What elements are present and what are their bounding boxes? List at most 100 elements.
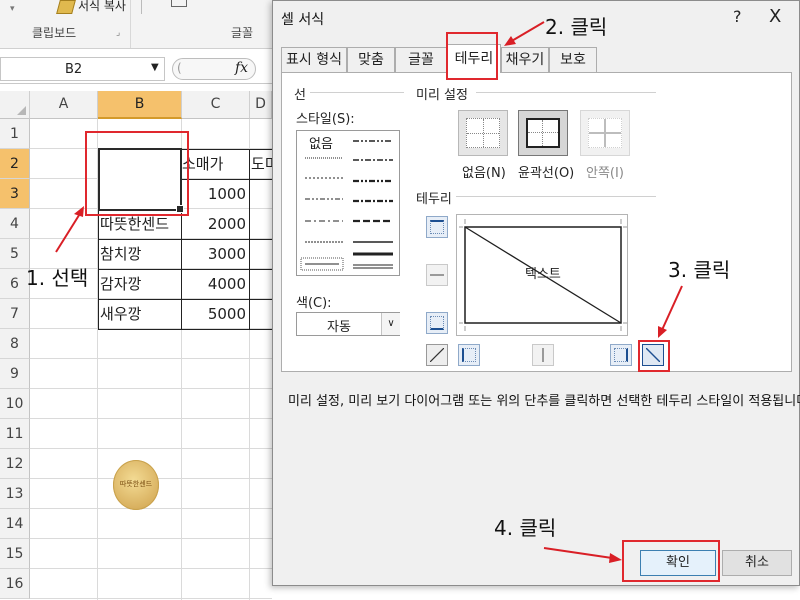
chevron-down-icon[interactable]: ▾ [10, 4, 15, 14]
row-header-13[interactable]: 13 [0, 479, 30, 509]
tab-font[interactable]: 글꼴 [395, 47, 447, 72]
row-header-14[interactable]: 14 [0, 509, 30, 539]
cell-c3[interactable]: 1000 [182, 179, 250, 209]
border-section-title: 테두리 [416, 192, 452, 207]
row-header-3[interactable]: 3 [0, 179, 30, 209]
close-button[interactable]: X [769, 6, 781, 27]
annotation-arrow-3 [658, 285, 683, 338]
tab-fill[interactable]: 채우기 [501, 47, 549, 72]
ribbon: 서식 복사 ▾ 클립보드 ⌟ 글꼴 [0, 0, 272, 49]
row-header-4[interactable]: 4 [0, 209, 30, 239]
preset-none-label: 없음(N) [462, 166, 506, 181]
row-header-12[interactable]: 12 [0, 449, 30, 479]
border-bottom-button[interactable] [426, 312, 448, 334]
section-divider [476, 92, 656, 93]
chevron-down-icon[interactable]: ∨ [381, 313, 400, 335]
cell-b5[interactable]: 참치깡 [100, 239, 182, 269]
format-painter-label: 서식 복사 [78, 0, 126, 13]
border-right-button[interactable] [610, 344, 632, 366]
preset-inside-button[interactable] [580, 110, 630, 156]
line-style-list[interactable]: 없음 [296, 130, 400, 276]
row-header-2[interactable]: 2 [0, 149, 30, 179]
format-painter-button[interactable]: 서식 복사 [56, 0, 126, 14]
annotation-arrow-1 [55, 206, 84, 253]
cell-c2[interactable]: 소매가 [182, 149, 250, 179]
cancel-button[interactable]: 취소 [722, 550, 792, 576]
font-group: 글꼴 [131, 0, 272, 48]
border-diagonal-up-button[interactable] [426, 344, 448, 366]
cell-c4[interactable]: 2000 [182, 209, 250, 239]
border-left-icon [462, 348, 476, 362]
tab-protection[interactable]: 보호 [549, 47, 597, 72]
row-header-8[interactable]: 8 [0, 329, 30, 359]
preset-none-button[interactable] [458, 110, 508, 156]
paintbrush-icon [56, 0, 76, 14]
step-2-label: 2. 클릭 [545, 15, 608, 39]
info-text: 미리 설정, 미리 보기 다이어그램 또는 위의 단추를 클릭하면 선택한 테두… [288, 394, 800, 409]
cell-c5[interactable]: 3000 [182, 239, 250, 269]
column-header-c[interactable]: C [182, 91, 250, 119]
preset-outline-icon [526, 118, 560, 148]
column-header-a[interactable]: A [30, 91, 98, 119]
preset-outline-label: 윤곽선(O) [518, 166, 575, 181]
preview-text: 텍스트 [525, 267, 561, 282]
border-middle-vertical-button[interactable] [532, 344, 554, 366]
annotation-arrow-4 [543, 547, 622, 563]
formula-bar: B2 ▼ ( fx [0, 55, 272, 84]
annotation-arrow-2 [504, 21, 545, 46]
step-4-label: 4. 클릭 [494, 516, 557, 540]
select-all-button[interactable] [0, 91, 30, 119]
name-box[interactable]: B2 ▼ [0, 57, 165, 81]
step-3-label: 3. 클릭 [668, 258, 731, 282]
cell-d2[interactable]: 도미 [251, 149, 272, 179]
border-bottom-icon [430, 316, 444, 330]
column-header-b[interactable]: B [98, 91, 182, 119]
row-header-15[interactable]: 15 [0, 539, 30, 569]
row-header-9[interactable]: 9 [0, 359, 30, 389]
border-top-button[interactable] [426, 216, 448, 238]
section-divider [456, 196, 656, 197]
border-icon[interactable] [171, 0, 187, 7]
style-label: 스타일(S): [296, 112, 355, 127]
tab-number[interactable]: 표시 형식 [281, 47, 347, 72]
help-button[interactable]: ? [733, 7, 742, 26]
border-top-icon [430, 220, 444, 234]
row-header-7[interactable]: 7 [0, 299, 30, 329]
border-preview[interactable]: 텍스트 [456, 214, 628, 336]
highlight-border-tab [446, 32, 498, 80]
cell-c6[interactable]: 4000 [182, 269, 250, 299]
dialog-launcher-icon[interactable]: ⌟ [116, 28, 120, 38]
border-left-button[interactable] [458, 344, 480, 366]
row-header-1[interactable]: 1 [0, 119, 30, 149]
step-1-label: 1. 선택 [26, 266, 89, 290]
sticker-badge: 따뜻한센드 [113, 460, 159, 510]
clipboard-group: 서식 복사 ▾ 클립보드 ⌟ [0, 0, 131, 48]
cell-b6[interactable]: 감자깡 [100, 269, 182, 299]
tab-alignment[interactable]: 맞춤 [347, 47, 395, 72]
row-header-16[interactable]: 16 [0, 569, 30, 599]
dialog-title: 셀 서식 [281, 12, 325, 28]
row-header-10[interactable]: 10 [0, 389, 30, 419]
color-label: 색(C): [296, 296, 332, 311]
preset-none-icon [466, 118, 500, 148]
badge-text: 따뜻한센드 [119, 480, 153, 488]
column-header-d[interactable]: D [250, 91, 272, 119]
row-header-11[interactable]: 11 [0, 419, 30, 449]
color-value: 자동 [327, 320, 351, 335]
cell-b7[interactable]: 새우깡 [100, 299, 182, 329]
border-right-icon [614, 348, 628, 362]
cell-c7[interactable]: 5000 [182, 299, 250, 329]
chevron-down-icon[interactable]: ▼ [151, 62, 159, 73]
ribbon-separator [141, 0, 142, 14]
color-select[interactable]: 자동 ∨ [296, 312, 400, 336]
preset-inside-icon [588, 118, 622, 148]
resize-handle-icon: ( [177, 61, 182, 75]
border-middle-horizontal-button[interactable] [426, 264, 448, 286]
table-border [98, 329, 272, 330]
preset-outline-button[interactable] [518, 110, 568, 156]
diagonal-up-icon [430, 348, 444, 362]
line-style-options[interactable] [297, 131, 399, 275]
line-style-none[interactable]: 없음 [309, 133, 333, 152]
font-group-label: 글꼴 [231, 26, 254, 40]
insert-function-button[interactable]: ( fx [172, 58, 256, 80]
